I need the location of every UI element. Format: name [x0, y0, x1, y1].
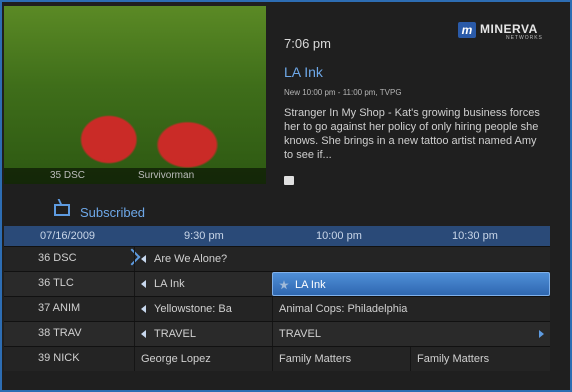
guide-row[interactable]: 37 ANIM Yellowstone: Ba Animal Cops: Phi… — [4, 296, 550, 321]
caption-icon — [284, 176, 294, 185]
show-meta: New 10:00 pm - 11:00 pm, TVPG — [284, 88, 402, 97]
time-slot-3: 10:30 pm — [452, 230, 498, 242]
channel-label: 37 ANIM — [38, 302, 81, 314]
program-cell-selected[interactable]: LA Ink — [272, 272, 550, 296]
show-title: LA Ink — [284, 64, 323, 80]
tv-icon — [54, 204, 70, 216]
logo-text: MINERVA — [480, 22, 538, 36]
arrow-left-icon — [141, 255, 146, 264]
guide-row[interactable]: 36 TLC LA Ink LA Ink — [4, 271, 550, 296]
preview-info-bar: 35 DSC Survivorman — [4, 168, 266, 184]
guide-header: 07/16/2009 9:30 pm 10:00 pm 10:30 pm — [4, 226, 550, 246]
guide-row[interactable]: 38 TRAV TRAVEL TRAVEL — [4, 321, 550, 346]
arrow-left-icon — [141, 280, 146, 289]
logo-m-icon: m — [458, 22, 476, 38]
preview-channel: 35 DSC — [50, 170, 86, 181]
arrow-left-icon — [141, 330, 146, 339]
filter-label[interactable]: Subscribed — [80, 205, 145, 220]
program-cell[interactable]: LA Ink — [134, 272, 268, 296]
arrow-left-icon — [141, 305, 146, 314]
video-preview — [4, 6, 266, 184]
guide-date: 07/16/2009 — [40, 230, 96, 242]
logo-subtext: NETWORKS — [506, 35, 543, 41]
arrow-right-icon — [539, 330, 544, 338]
star-icon — [279, 280, 289, 290]
program-cell[interactable]: Family Matters — [272, 347, 410, 371]
program-cell[interactable]: TRAVEL — [272, 322, 550, 346]
channel-label: 39 NICK — [38, 352, 80, 364]
preview-program: Survivorman — [138, 170, 195, 181]
show-description: Stranger In My Shop - Kat's growing busi… — [284, 107, 540, 161]
guide-row[interactable]: 36 DSC Are We Alone? — [4, 246, 550, 271]
channel-label: 36 TLC — [38, 277, 74, 289]
program-cell[interactable]: Yellowstone: Ba — [134, 297, 272, 321]
program-cell[interactable]: Animal Cops: Philadelphia — [272, 297, 550, 321]
minerva-logo: m MINERVA NETWORKS — [458, 20, 544, 42]
time-slot-2: 10:00 pm — [316, 230, 362, 242]
program-cell[interactable]: Family Matters — [410, 347, 550, 371]
guide-row[interactable]: 39 NICK George Lopez Family Matters Fami… — [4, 346, 550, 371]
program-cell[interactable]: Are We Alone? — [134, 247, 550, 271]
time-slot-1: 9:30 pm — [184, 230, 224, 242]
program-cell[interactable]: George Lopez — [134, 347, 272, 371]
program-cell[interactable]: TRAVEL — [134, 322, 272, 346]
current-time: 7:06 pm — [284, 36, 331, 51]
program-guide-grid: 07/16/2009 9:30 pm 10:00 pm 10:30 pm 36 … — [4, 226, 550, 371]
channel-label: 36 DSC — [38, 252, 77, 264]
channel-label: 38 TRAV — [38, 327, 82, 339]
